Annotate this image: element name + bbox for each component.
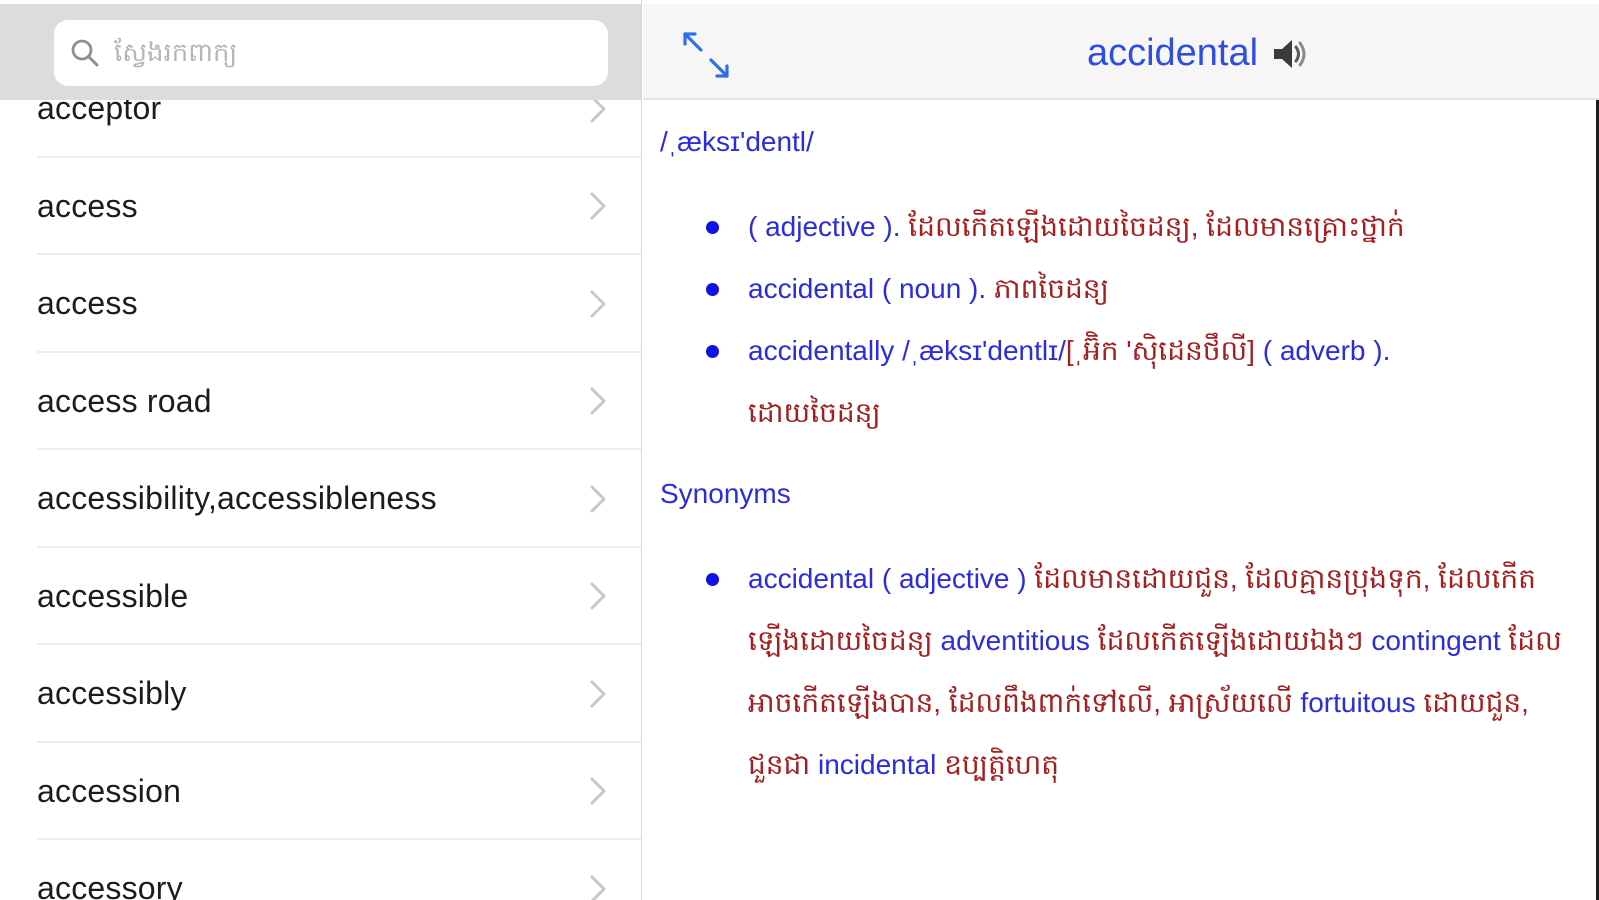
dictionary-app: acceptor access access access road acces (0, 0, 1599, 900)
chevron-right-icon (590, 875, 606, 900)
definition-item: ( adjective ). ដែលកើតឡើងដោយចៃដន្យ, ដែលមា… (660, 196, 1580, 258)
synonym-word[interactable]: adventitious (941, 625, 1090, 656)
chevron-right-icon (590, 290, 606, 318)
search-icon (70, 38, 100, 68)
list-item[interactable]: access (0, 255, 641, 353)
synonym-word[interactable]: fortuitous (1300, 687, 1415, 718)
synonyms-heading: Synonyms (660, 478, 791, 509)
synonym-list: accidental ( adjective ) ដែលមានដោយជួន, ដ… (660, 548, 1580, 796)
list-item-label: access road (37, 382, 212, 419)
chevron-right-icon (590, 680, 606, 708)
headword: accidental (748, 273, 875, 304)
list-item-label: accessibly (37, 675, 187, 712)
word-list-pane: acceptor access access access road acces (0, 0, 642, 900)
entry-content: /ˌæksɪ'dentl/ ( adjective ). ដែលកើតឡើងដោ… (660, 126, 1580, 796)
list-item-label: accession (37, 772, 182, 809)
part-of-speech: ( adjective ). (748, 211, 901, 242)
chevron-right-icon (590, 582, 606, 610)
headword: accidental (748, 563, 875, 594)
list-item-label: access (37, 285, 138, 322)
part-of-speech: ( adverb ). (1262, 335, 1391, 366)
definition-text: ភាពចៃដន្យ (986, 273, 1109, 304)
list-item-label: accessory (37, 870, 183, 900)
chevron-right-icon (590, 485, 606, 513)
list-item-label: accessible (37, 577, 189, 614)
list-item[interactable]: access road (0, 353, 641, 450)
list-item[interactable]: access (0, 158, 641, 255)
chevron-right-icon (590, 777, 606, 805)
synonym-item: accidental ( adjective ) ដែលមានដោយជួន, ដ… (660, 548, 1580, 796)
chevron-right-icon (590, 192, 606, 220)
search-field[interactable] (54, 20, 608, 86)
entry-title: accidental (1086, 32, 1259, 74)
headword: accidentally (748, 335, 895, 366)
list-item[interactable]: accessible (0, 548, 641, 645)
title-wrap: accidental (643, 32, 1599, 75)
list-item[interactable]: accession (0, 743, 641, 840)
pronunciation-inline: /ˌæksɪ'dentlɪ/ (902, 335, 1066, 366)
chevron-right-icon (590, 387, 606, 415)
word-list: acceptor access access access road acces (0, 60, 641, 900)
list-item[interactable]: accessory (0, 840, 641, 900)
part-of-speech: ( noun ). (881, 273, 987, 304)
list-item[interactable]: accessibly (0, 645, 641, 743)
search-input[interactable] (114, 38, 594, 68)
synonym-def: ដែលកើតឡើងដោយឯងៗ (1089, 625, 1372, 656)
search-bar (0, 4, 641, 100)
speaker-icon[interactable] (1270, 34, 1310, 74)
definition-item: accidentally /ˌæksɪ'dentlɪ/[ˌអ៊ិក 'ស៊ិដេ… (660, 320, 1580, 444)
pronunciation: /ˌæksɪ'dentl/ (660, 126, 814, 157)
detail-nav-bar: accidental (643, 4, 1599, 100)
entry-detail-pane: accidental /ˌæksɪ'dentl/ ( adjective ). … (643, 0, 1599, 900)
list-item-label: access (37, 187, 138, 224)
definition-list: ( adjective ). ដែលកើតឡើងដោយចៃដន្យ, ដែលមា… (660, 196, 1580, 444)
synonym-word[interactable]: incidental (818, 749, 936, 780)
definition-item: accidental ( noun ). ភាពចៃដន្យ (660, 258, 1580, 320)
synonym-word[interactable]: contingent (1371, 625, 1500, 656)
definition-text: ដែលកើតឡើងដោយចៃដន្យ, ដែលមានគ្រោះថ្នាក់ (900, 211, 1405, 242)
list-item-label: accessibility,accessibleness (37, 480, 437, 517)
synonym-def: ឧប្បត្តិហេតុ (936, 749, 1060, 780)
list-item[interactable]: accessibility,accessibleness (0, 450, 641, 548)
part-of-speech: ( adjective ) (881, 563, 1027, 594)
definition-text: ដោយចៃដន្យ (748, 397, 881, 428)
khmer-pronunciation: [ˌអ៊ិក 'ស៊ិដេនថឹលី] (1065, 335, 1255, 366)
